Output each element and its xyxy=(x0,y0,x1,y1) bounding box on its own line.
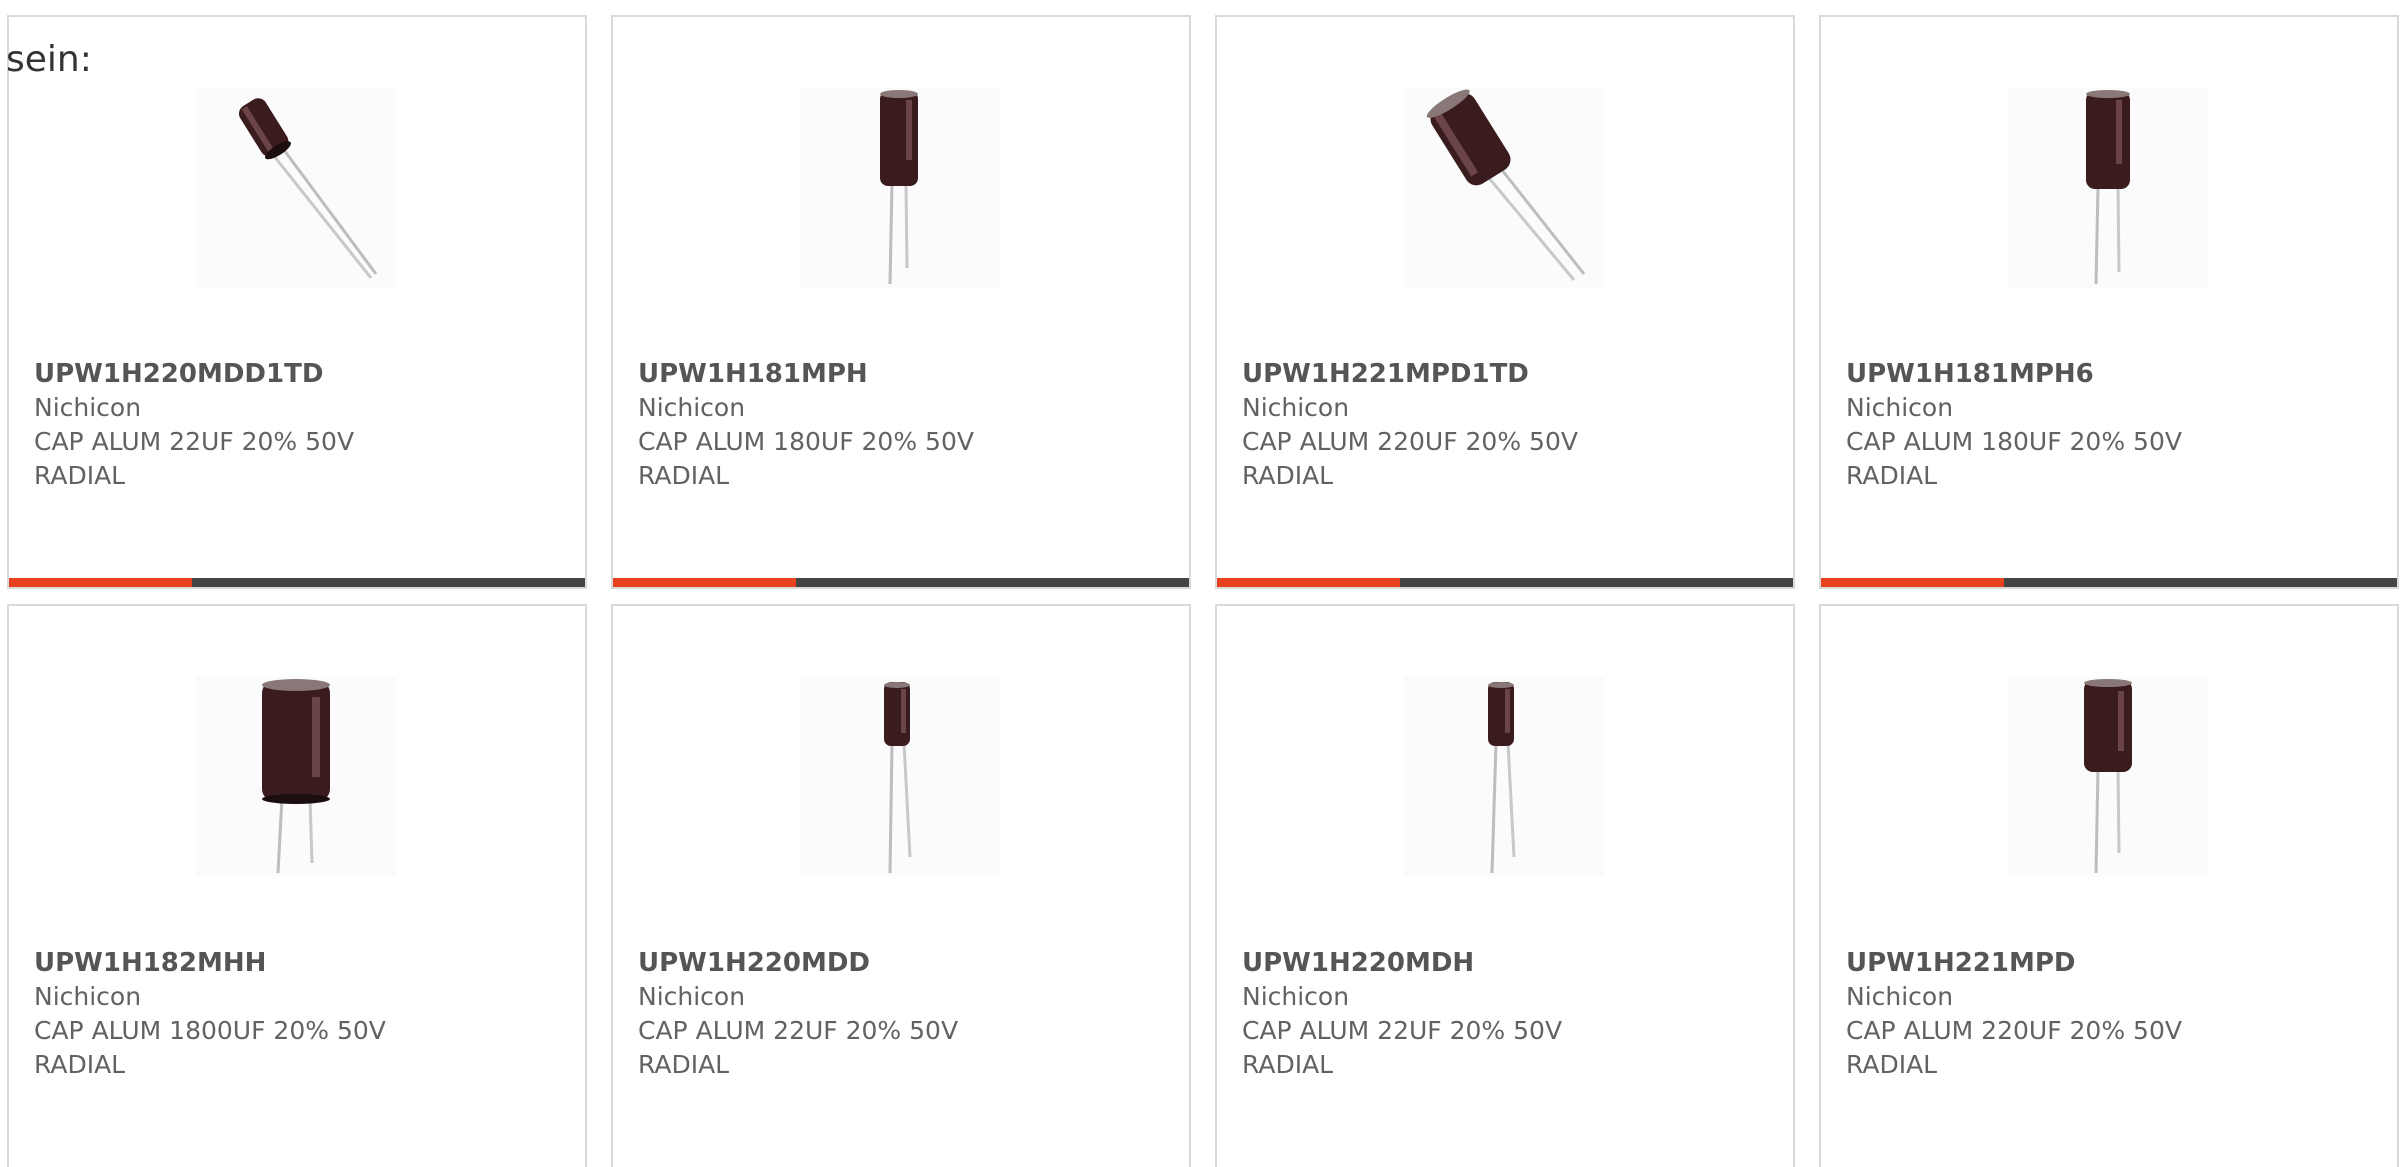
part-number[interactable]: UPW1H221MPD xyxy=(1846,946,2377,980)
manufacturer: Nichicon xyxy=(638,393,746,422)
package: RADIAL xyxy=(1846,1050,1938,1079)
capacitor-tilted-icon xyxy=(196,88,396,288)
package: RADIAL xyxy=(638,461,730,490)
capacitor-upright-icon xyxy=(800,88,1000,288)
product-card[interactable]: UPW1H221MPD Nichicon CAP ALUM 220UF 20% … xyxy=(1819,604,2399,1167)
product-card[interactable]: UPW1H220MDD1TD Nichicon CAP ALUM 22UF 20… xyxy=(7,15,587,589)
card-bar-accent xyxy=(1821,578,2004,587)
card-bar xyxy=(9,578,585,587)
manufacturer: Nichicon xyxy=(1846,982,1954,1011)
package: RADIAL xyxy=(1242,461,1334,490)
description: CAP ALUM 1800UF 20% 50V xyxy=(34,1016,386,1045)
product-grid: UPW1H220MDD1TD Nichicon CAP ALUM 22UF 20… xyxy=(7,15,2399,1167)
description: CAP ALUM 220UF 20% 50V xyxy=(1242,427,1578,456)
card-bar xyxy=(613,578,1189,587)
manufacturer: Nichicon xyxy=(34,393,142,422)
capacitor-upright-icon xyxy=(2008,88,2208,288)
capacitor-tilted-icon xyxy=(1404,88,1604,288)
description: CAP ALUM 180UF 20% 50V xyxy=(1846,427,2182,456)
product-card[interactable]: UPW1H221MPD1TD Nichicon CAP ALUM 220UF 2… xyxy=(1215,15,1795,589)
card-bar-accent xyxy=(1217,578,1400,587)
card-bar xyxy=(1217,578,1793,587)
description: CAP ALUM 22UF 20% 50V xyxy=(638,1016,959,1045)
manufacturer: Nichicon xyxy=(1846,393,1954,422)
description: CAP ALUM 180UF 20% 50V xyxy=(638,427,974,456)
card-bar xyxy=(1821,578,2397,587)
capacitor-upright-icon xyxy=(2008,677,2208,877)
product-card[interactable]: UPW1H181MPH6 Nichicon CAP ALUM 180UF 20%… xyxy=(1819,15,2399,589)
product-card[interactable]: UPW1H181MPH Nichicon CAP ALUM 180UF 20% … xyxy=(611,15,1191,589)
description: CAP ALUM 22UF 20% 50V xyxy=(1242,1016,1563,1045)
part-number[interactable]: UPW1H221MPD1TD xyxy=(1242,357,1773,391)
part-number[interactable]: UPW1H182MHH xyxy=(34,946,565,980)
capacitor-large-icon xyxy=(196,677,396,877)
package: RADIAL xyxy=(34,461,126,490)
part-number[interactable]: UPW1H220MDD1TD xyxy=(34,357,565,391)
manufacturer: Nichicon xyxy=(1242,982,1350,1011)
card-bar-accent xyxy=(613,578,796,587)
card-bar-accent xyxy=(9,578,192,587)
part-number[interactable]: UPW1H220MDH xyxy=(1242,946,1773,980)
page: sein: UPW1H220MDD1TD Nichicon CAP ALUM 2… xyxy=(0,0,2400,1167)
package: RADIAL xyxy=(1846,461,1938,490)
manufacturer: Nichicon xyxy=(34,982,142,1011)
intro-text: sein: xyxy=(6,39,92,80)
part-number[interactable]: UPW1H181MPH xyxy=(638,357,1169,391)
package: RADIAL xyxy=(638,1050,730,1079)
part-number[interactable]: UPW1H181MPH6 xyxy=(1846,357,2377,391)
description: CAP ALUM 220UF 20% 50V xyxy=(1846,1016,2182,1045)
product-card[interactable]: UPW1H182MHH Nichicon CAP ALUM 1800UF 20%… xyxy=(7,604,587,1167)
description: CAP ALUM 22UF 20% 50V xyxy=(34,427,355,456)
product-card[interactable]: UPW1H220MDD Nichicon CAP ALUM 22UF 20% 5… xyxy=(611,604,1191,1167)
part-number[interactable]: UPW1H220MDD xyxy=(638,946,1169,980)
package: RADIAL xyxy=(34,1050,126,1079)
capacitor-small-icon xyxy=(800,677,1000,877)
package: RADIAL xyxy=(1242,1050,1334,1079)
capacitor-small-icon xyxy=(1404,677,1604,877)
manufacturer: Nichicon xyxy=(638,982,746,1011)
manufacturer: Nichicon xyxy=(1242,393,1350,422)
product-card[interactable]: UPW1H220MDH Nichicon CAP ALUM 22UF 20% 5… xyxy=(1215,604,1795,1167)
